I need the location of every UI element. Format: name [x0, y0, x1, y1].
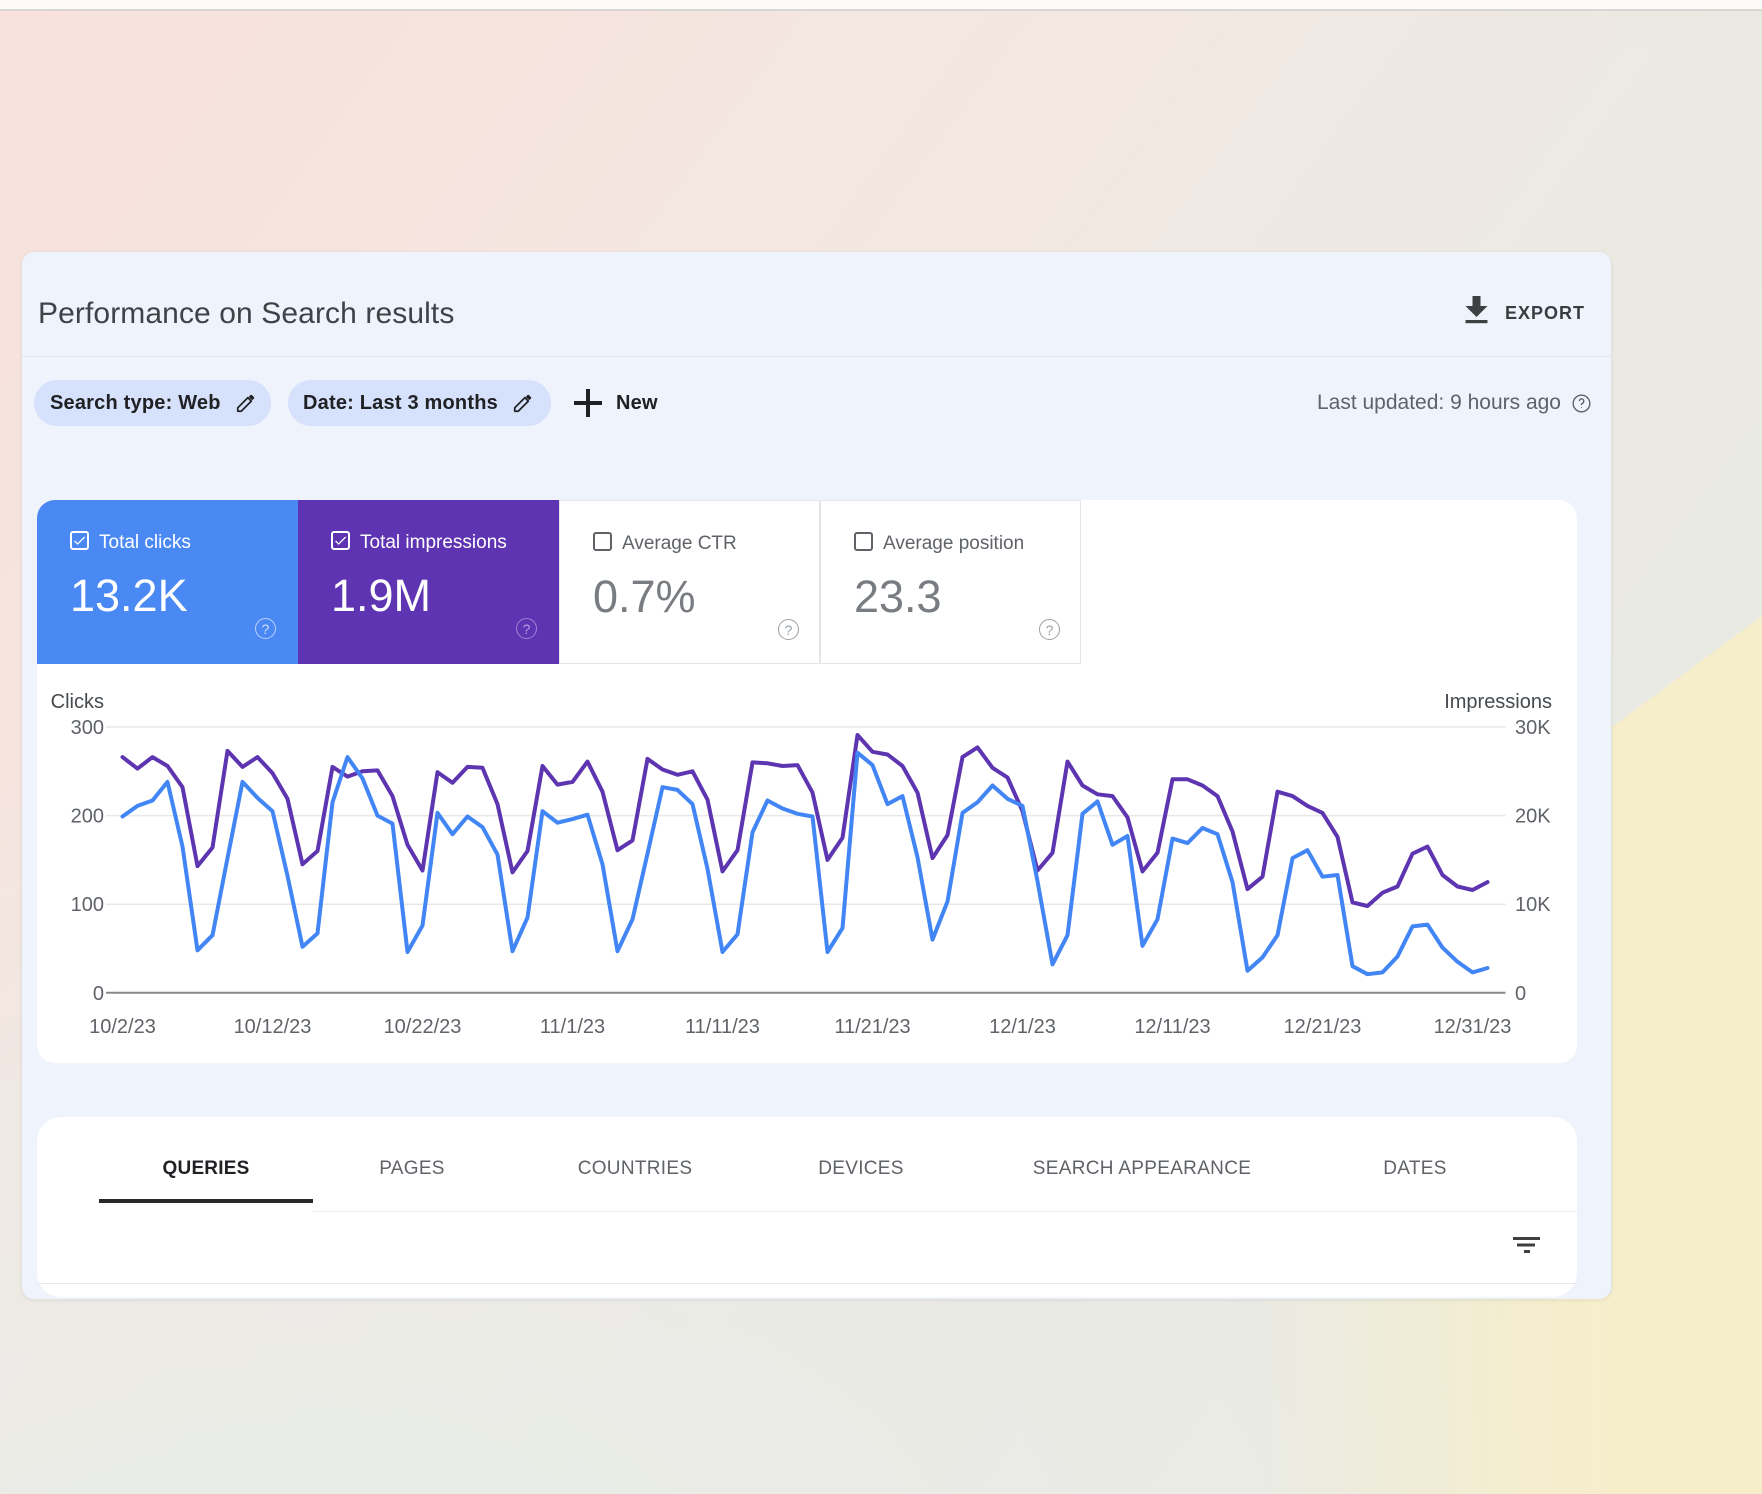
svg-text:10/12/23: 10/12/23: [234, 1016, 312, 1038]
svg-text:11/11/23: 11/11/23: [685, 1016, 760, 1038]
svg-text:300: 300: [71, 717, 104, 739]
svg-text:11/21/23: 11/21/23: [834, 1016, 910, 1038]
svg-text:0: 0: [93, 983, 104, 1005]
svg-text:10K: 10K: [1515, 894, 1551, 916]
svg-text:200: 200: [71, 806, 104, 828]
svg-text:10/22/23: 10/22/23: [384, 1016, 462, 1038]
svg-text:12/1/23: 12/1/23: [989, 1016, 1056, 1038]
svg-text:12/11/23: 12/11/23: [1134, 1016, 1210, 1038]
svg-text:12/31/23: 12/31/23: [1434, 1016, 1512, 1038]
svg-text:20K: 20K: [1515, 806, 1551, 828]
svg-text:100: 100: [71, 894, 104, 916]
svg-text:Impressions: Impressions: [1444, 691, 1552, 713]
svg-text:10/2/23: 10/2/23: [89, 1016, 156, 1038]
svg-text:11/1/23: 11/1/23: [540, 1016, 605, 1038]
svg-text:30K: 30K: [1515, 717, 1551, 739]
svg-text:0: 0: [1515, 983, 1526, 1005]
svg-text:Clicks: Clicks: [51, 691, 104, 713]
svg-text:12/21/23: 12/21/23: [1284, 1016, 1362, 1038]
